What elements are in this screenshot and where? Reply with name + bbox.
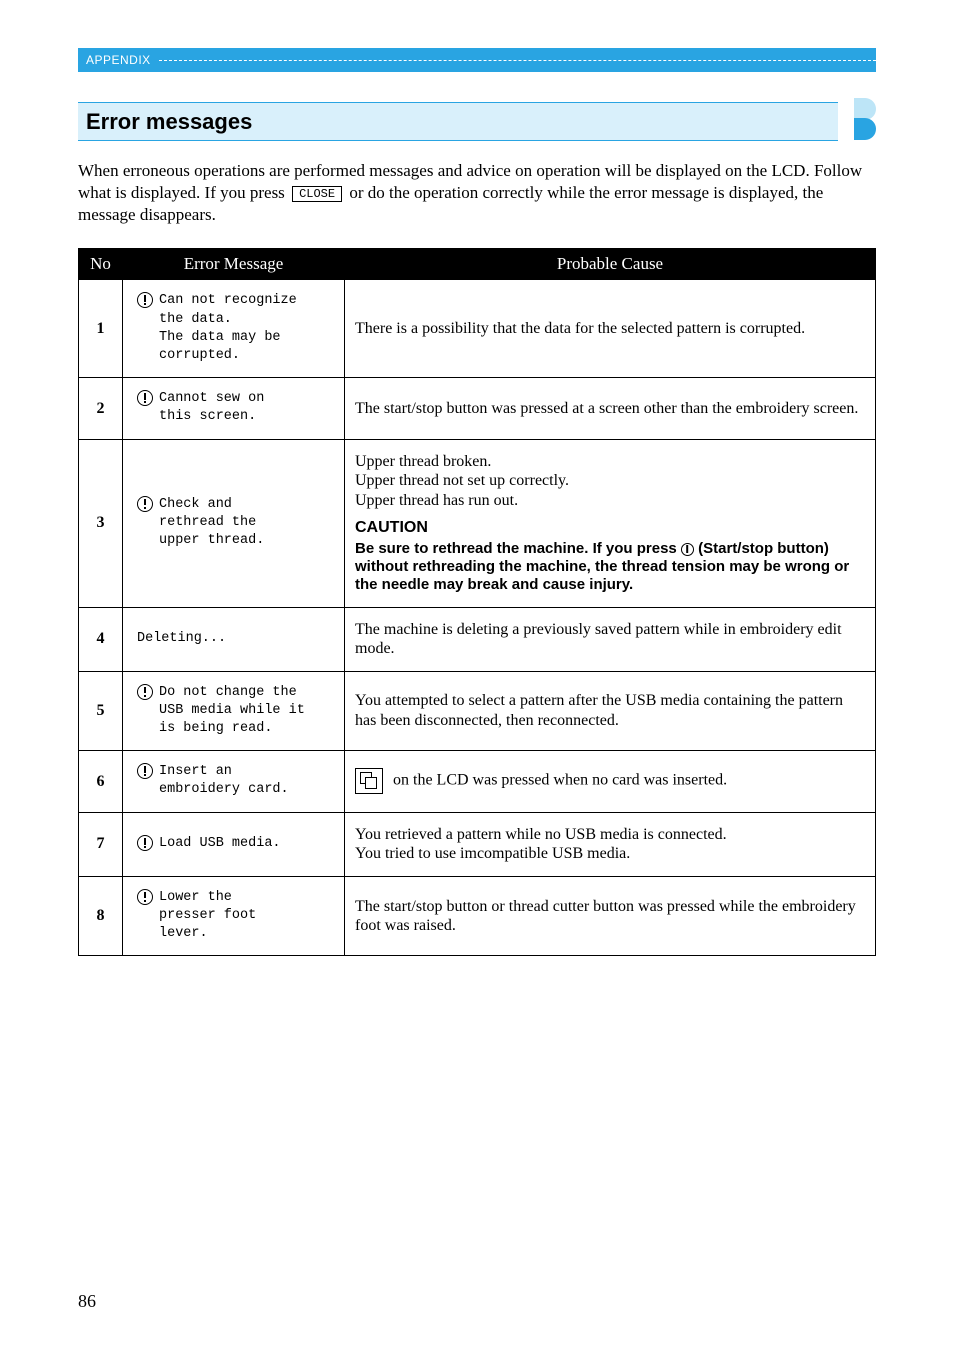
error-messages-table: No Error Message Probable Cause 1 Can not… xyxy=(78,248,876,956)
cause-text: Upper thread not set up correctly. xyxy=(355,471,865,491)
error-message-text: Do not change the USB media while it is … xyxy=(159,684,305,739)
row-number: 3 xyxy=(79,439,123,607)
error-message-text: Deleting... xyxy=(137,630,226,648)
side-tabs xyxy=(838,100,876,142)
row-number: 8 xyxy=(79,876,123,956)
table-row: 5 Do not change the USB media while it is… xyxy=(79,671,876,751)
probable-cause-cell: You retrieved a pattern while no USB med… xyxy=(345,812,876,876)
probable-cause-cell: There is a possibility that the data for… xyxy=(345,280,876,378)
appendix-label: APPENDIX xyxy=(86,53,151,67)
error-message-cell: Lower the presser foot lever. xyxy=(123,876,345,956)
cause-text: The start/stop button was pressed at a s… xyxy=(355,399,865,419)
col-header-no: No xyxy=(79,249,123,280)
probable-cause-cell: Upper thread broken.Upper thread not set… xyxy=(345,439,876,607)
row-number: 7 xyxy=(79,812,123,876)
warning-icon xyxy=(137,889,153,905)
close-button-graphic: CLOSE xyxy=(292,186,342,202)
row-number: 4 xyxy=(79,607,123,671)
error-message-text: Check and rethread the upper thread. xyxy=(159,496,264,551)
error-message-cell: Do not change the USB media while it is … xyxy=(123,671,345,751)
start-stop-icon xyxy=(681,543,694,556)
card-button-icon xyxy=(355,768,383,794)
error-message-text: Can not recognize the data. The data may… xyxy=(159,292,297,365)
cause-text: You attempted to select a pattern after … xyxy=(355,691,865,730)
row-number: 5 xyxy=(79,671,123,751)
section-title-bar: Error messages xyxy=(78,102,838,141)
side-tab-light xyxy=(854,98,876,120)
row-number: 1 xyxy=(79,280,123,378)
error-message-cell: Deleting... xyxy=(123,607,345,671)
table-row: 3 Check and rethread the upper thread. Upp… xyxy=(79,439,876,607)
warning-icon xyxy=(137,390,153,406)
error-message-cell: Insert an embroidery card. xyxy=(123,751,345,812)
error-message-text: Lower the presser foot lever. xyxy=(159,889,256,944)
table-row: 6 Insert an embroidery card. on the LCD w… xyxy=(79,751,876,812)
cause-text: on the LCD was pressed when no card was … xyxy=(389,772,727,789)
side-tab-dark xyxy=(854,118,876,140)
page-number: 86 xyxy=(78,1291,96,1312)
cause-text: You retrieved a pattern while no USB med… xyxy=(355,825,865,845)
error-message-text: Insert an embroidery card. xyxy=(159,763,289,799)
cause-text: The machine is deleting a previously sav… xyxy=(355,620,865,659)
table-header-row: No Error Message Probable Cause xyxy=(79,249,876,280)
error-message-cell: Check and rethread the upper thread. xyxy=(123,439,345,607)
warning-icon xyxy=(137,684,153,700)
probable-cause-cell: The start/stop button or thread cutter b… xyxy=(345,876,876,956)
dashed-rule xyxy=(159,60,876,61)
probable-cause-cell: on the LCD was pressed when no card was … xyxy=(345,751,876,812)
cause-text: There is a possibility that the data for… xyxy=(355,319,865,339)
row-number: 6 xyxy=(79,751,123,812)
caution-heading: CAUTION xyxy=(355,518,865,538)
table-row: 4 Deleting... The machine is deleting a pr… xyxy=(79,607,876,671)
cause-text: Upper thread has run out. xyxy=(355,491,865,511)
error-message-text: Cannot sew on this screen. xyxy=(159,390,264,426)
probable-cause-cell: You attempted to select a pattern after … xyxy=(345,671,876,751)
col-header-message: Error Message xyxy=(123,249,345,280)
appendix-header: APPENDIX xyxy=(78,48,876,72)
warning-icon xyxy=(137,292,153,308)
table-row: 8 Lower the presser foot lever. The start/… xyxy=(79,876,876,956)
cause-text: You tried to use imcompatible USB media. xyxy=(355,844,865,864)
cause-text: The start/stop button or thread cutter b… xyxy=(355,897,865,936)
probable-cause-cell: The machine is deleting a previously sav… xyxy=(345,607,876,671)
error-message-cell: Can not recognize the data. The data may… xyxy=(123,280,345,378)
col-header-cause: Probable Cause xyxy=(345,249,876,280)
section-title: Error messages xyxy=(86,109,830,135)
row-number: 2 xyxy=(79,378,123,439)
intro-paragraph: When erroneous operations are performed … xyxy=(78,160,876,226)
table-row: 7 Load USB media. You retrieved a pattern … xyxy=(79,812,876,876)
error-message-text: Load USB media. xyxy=(159,835,281,853)
table-row: 1 Can not recognize the data. The data ma… xyxy=(79,280,876,378)
caution-body: Be sure to rethread the machine. If you … xyxy=(355,540,865,595)
error-message-cell: Cannot sew on this screen. xyxy=(123,378,345,439)
table-row: 2 Cannot sew on this screen. The start/sto… xyxy=(79,378,876,439)
warning-icon xyxy=(137,496,153,512)
probable-cause-cell: The start/stop button was pressed at a s… xyxy=(345,378,876,439)
error-message-cell: Load USB media. xyxy=(123,812,345,876)
warning-icon xyxy=(137,835,153,851)
warning-icon xyxy=(137,763,153,779)
cause-text: Upper thread broken. xyxy=(355,452,865,472)
